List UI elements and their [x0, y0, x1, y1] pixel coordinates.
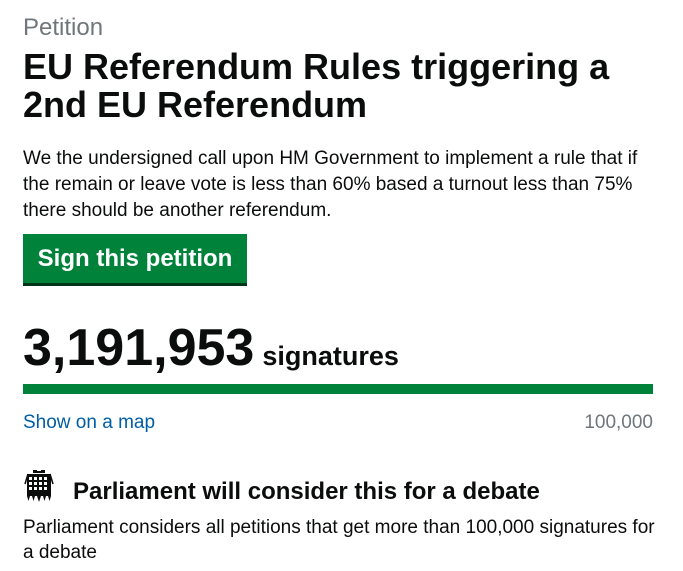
page-kicker: Petition	[23, 14, 104, 41]
sign-petition-button[interactable]: Sign this petition	[23, 234, 247, 283]
petition-title: EU Referendum Rules triggering a 2nd EU …	[23, 46, 610, 125]
debate-description: Parliament considers all petitions that …	[23, 517, 655, 563]
signature-threshold: 100,000	[584, 412, 653, 433]
signature-progress-bar	[23, 384, 653, 394]
signature-count: 3,191,953	[23, 319, 255, 377]
petition-description: We the undersigned call upon HM Governme…	[23, 148, 638, 221]
show-on-map-link[interactable]: Show on a map	[23, 411, 155, 435]
signature-progress-fill	[23, 384, 653, 394]
debate-heading: Parliament will consider this for a deba…	[73, 478, 540, 505]
portcullis-icon	[24, 470, 54, 502]
signature-count-label: signatures	[262, 341, 399, 371]
signature-count-row: 3,191,953 signatures	[23, 318, 399, 378]
